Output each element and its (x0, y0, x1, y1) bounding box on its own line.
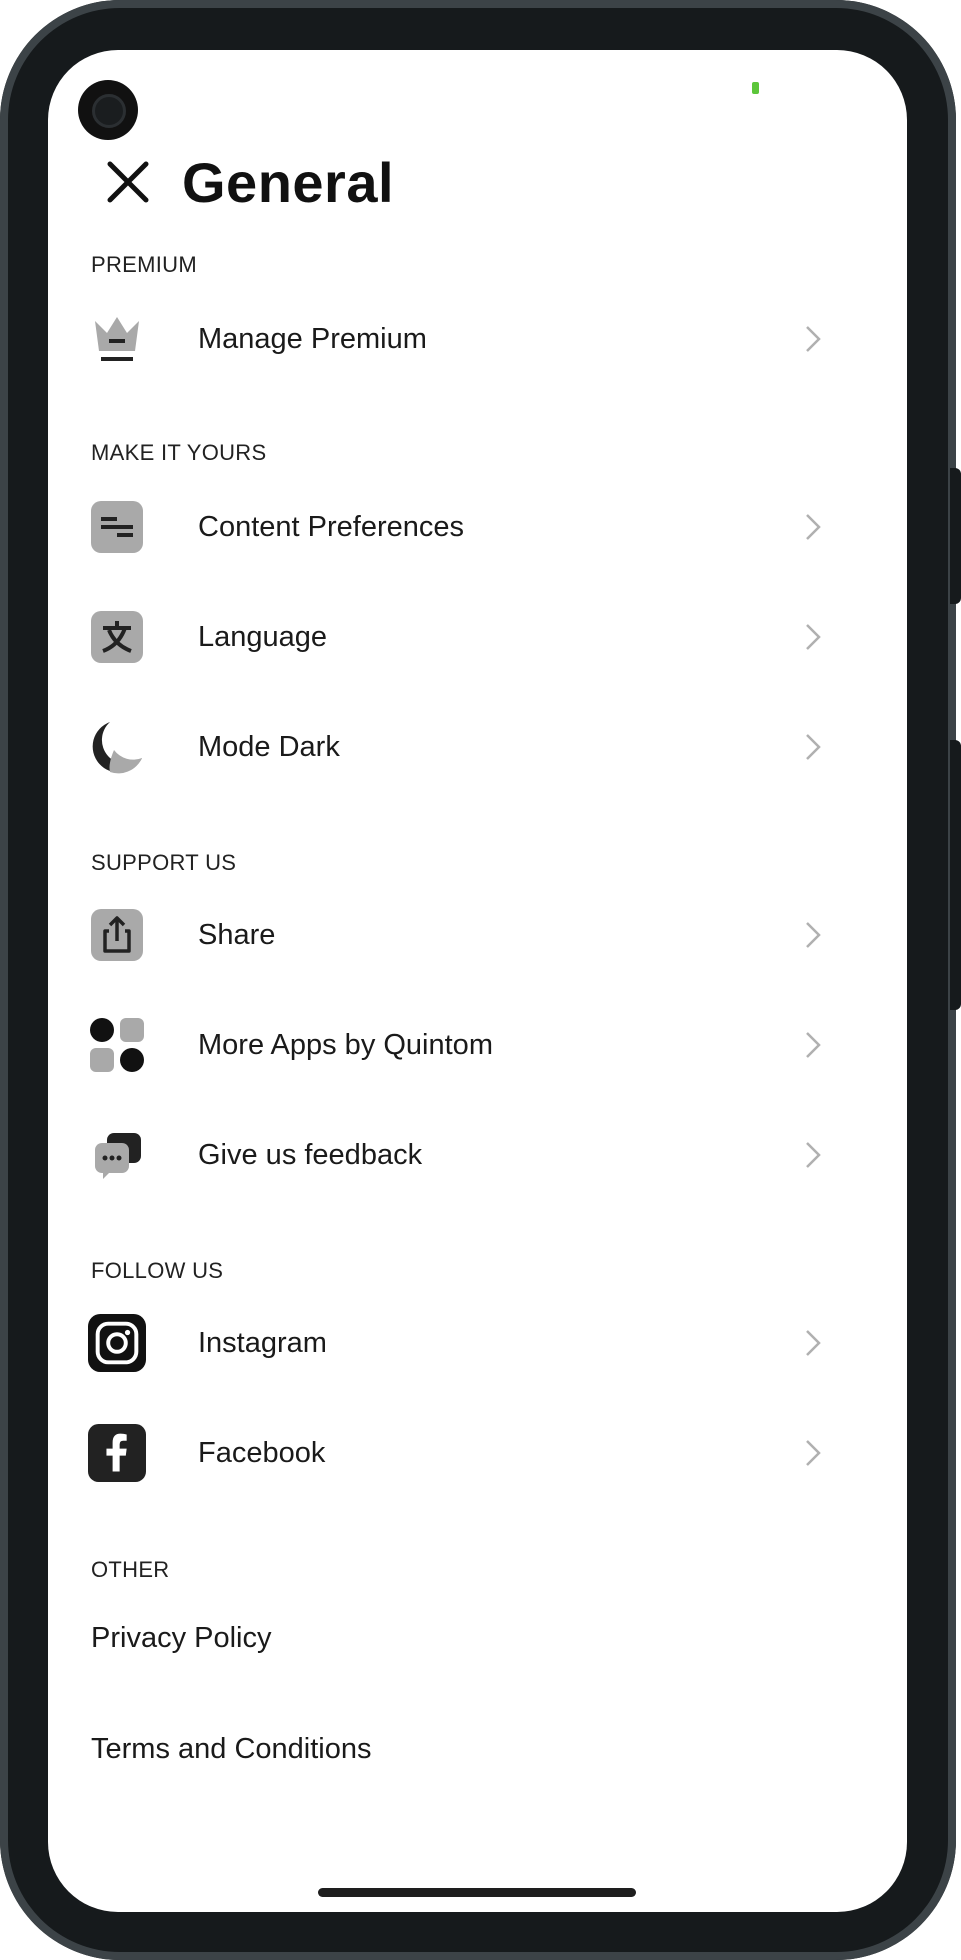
feedback-item[interactable]: Give us feedback (88, 1110, 888, 1200)
front-camera (78, 80, 138, 140)
content-preferences-label: Content Preferences (198, 510, 464, 543)
language-item[interactable]: Language (88, 592, 888, 682)
facebook-label: Facebook (198, 1436, 326, 1469)
manage-premium-label: Manage Premium (198, 322, 427, 355)
volume-button (950, 468, 961, 604)
sliders-icon (88, 498, 146, 556)
chevron-right-icon (798, 324, 828, 354)
chevron-right-icon (798, 1030, 828, 1060)
page-header: General (100, 142, 394, 222)
instagram-icon (88, 1314, 146, 1372)
chevron-right-icon (798, 512, 828, 542)
share-icon (88, 906, 146, 964)
chevron-right-icon (798, 732, 828, 762)
section-support-us: SUPPORT US (91, 850, 237, 875)
section-other: OTHER (91, 1557, 170, 1582)
close-button[interactable] (100, 154, 156, 210)
share-item[interactable]: Share (88, 890, 888, 980)
privacy-policy-link[interactable]: Privacy Policy (91, 1622, 272, 1655)
facebook-item[interactable]: Facebook (88, 1408, 888, 1498)
page-title: General (182, 150, 395, 214)
terms-link[interactable]: Terms and Conditions (91, 1733, 371, 1766)
facebook-icon (88, 1424, 146, 1482)
chevron-right-icon (798, 1438, 828, 1468)
status-indicator (752, 82, 759, 94)
close-icon (107, 161, 149, 203)
mode-dark-label: Mode Dark (198, 730, 340, 763)
app-screen: General PREMIUM Manage Premium MAKE IT Y… (48, 50, 907, 1912)
share-label: Share (198, 918, 276, 951)
chevron-right-icon (798, 1140, 828, 1170)
moon-icon (88, 718, 146, 776)
home-indicator[interactable] (318, 1888, 636, 1897)
section-make-it-yours: MAKE IT YOURS (91, 440, 267, 465)
crown-icon (88, 310, 146, 368)
more-apps-item[interactable]: More Apps by Quintom (88, 1000, 888, 1090)
manage-premium-item[interactable]: Manage Premium (88, 294, 888, 384)
more-apps-label: More Apps by Quintom (198, 1028, 493, 1061)
mode-dark-item[interactable]: Mode Dark (88, 702, 888, 792)
chevron-right-icon (798, 1328, 828, 1358)
phone-frame: General PREMIUM Manage Premium MAKE IT Y… (0, 0, 961, 1960)
content-preferences-item[interactable]: Content Preferences (88, 482, 888, 572)
section-follow-us: FOLLOW US (91, 1258, 224, 1283)
section-premium: PREMIUM (91, 252, 197, 277)
chevron-right-icon (798, 920, 828, 950)
language-label: Language (198, 620, 328, 653)
feedback-label: Give us feedback (198, 1138, 423, 1171)
apps-grid-icon (88, 1016, 146, 1074)
instagram-item[interactable]: Instagram (88, 1298, 888, 1388)
translate-icon (88, 608, 146, 666)
instagram-label: Instagram (198, 1326, 327, 1359)
power-button (950, 740, 961, 1010)
chat-bubbles-icon (88, 1126, 146, 1184)
chevron-right-icon (798, 622, 828, 652)
